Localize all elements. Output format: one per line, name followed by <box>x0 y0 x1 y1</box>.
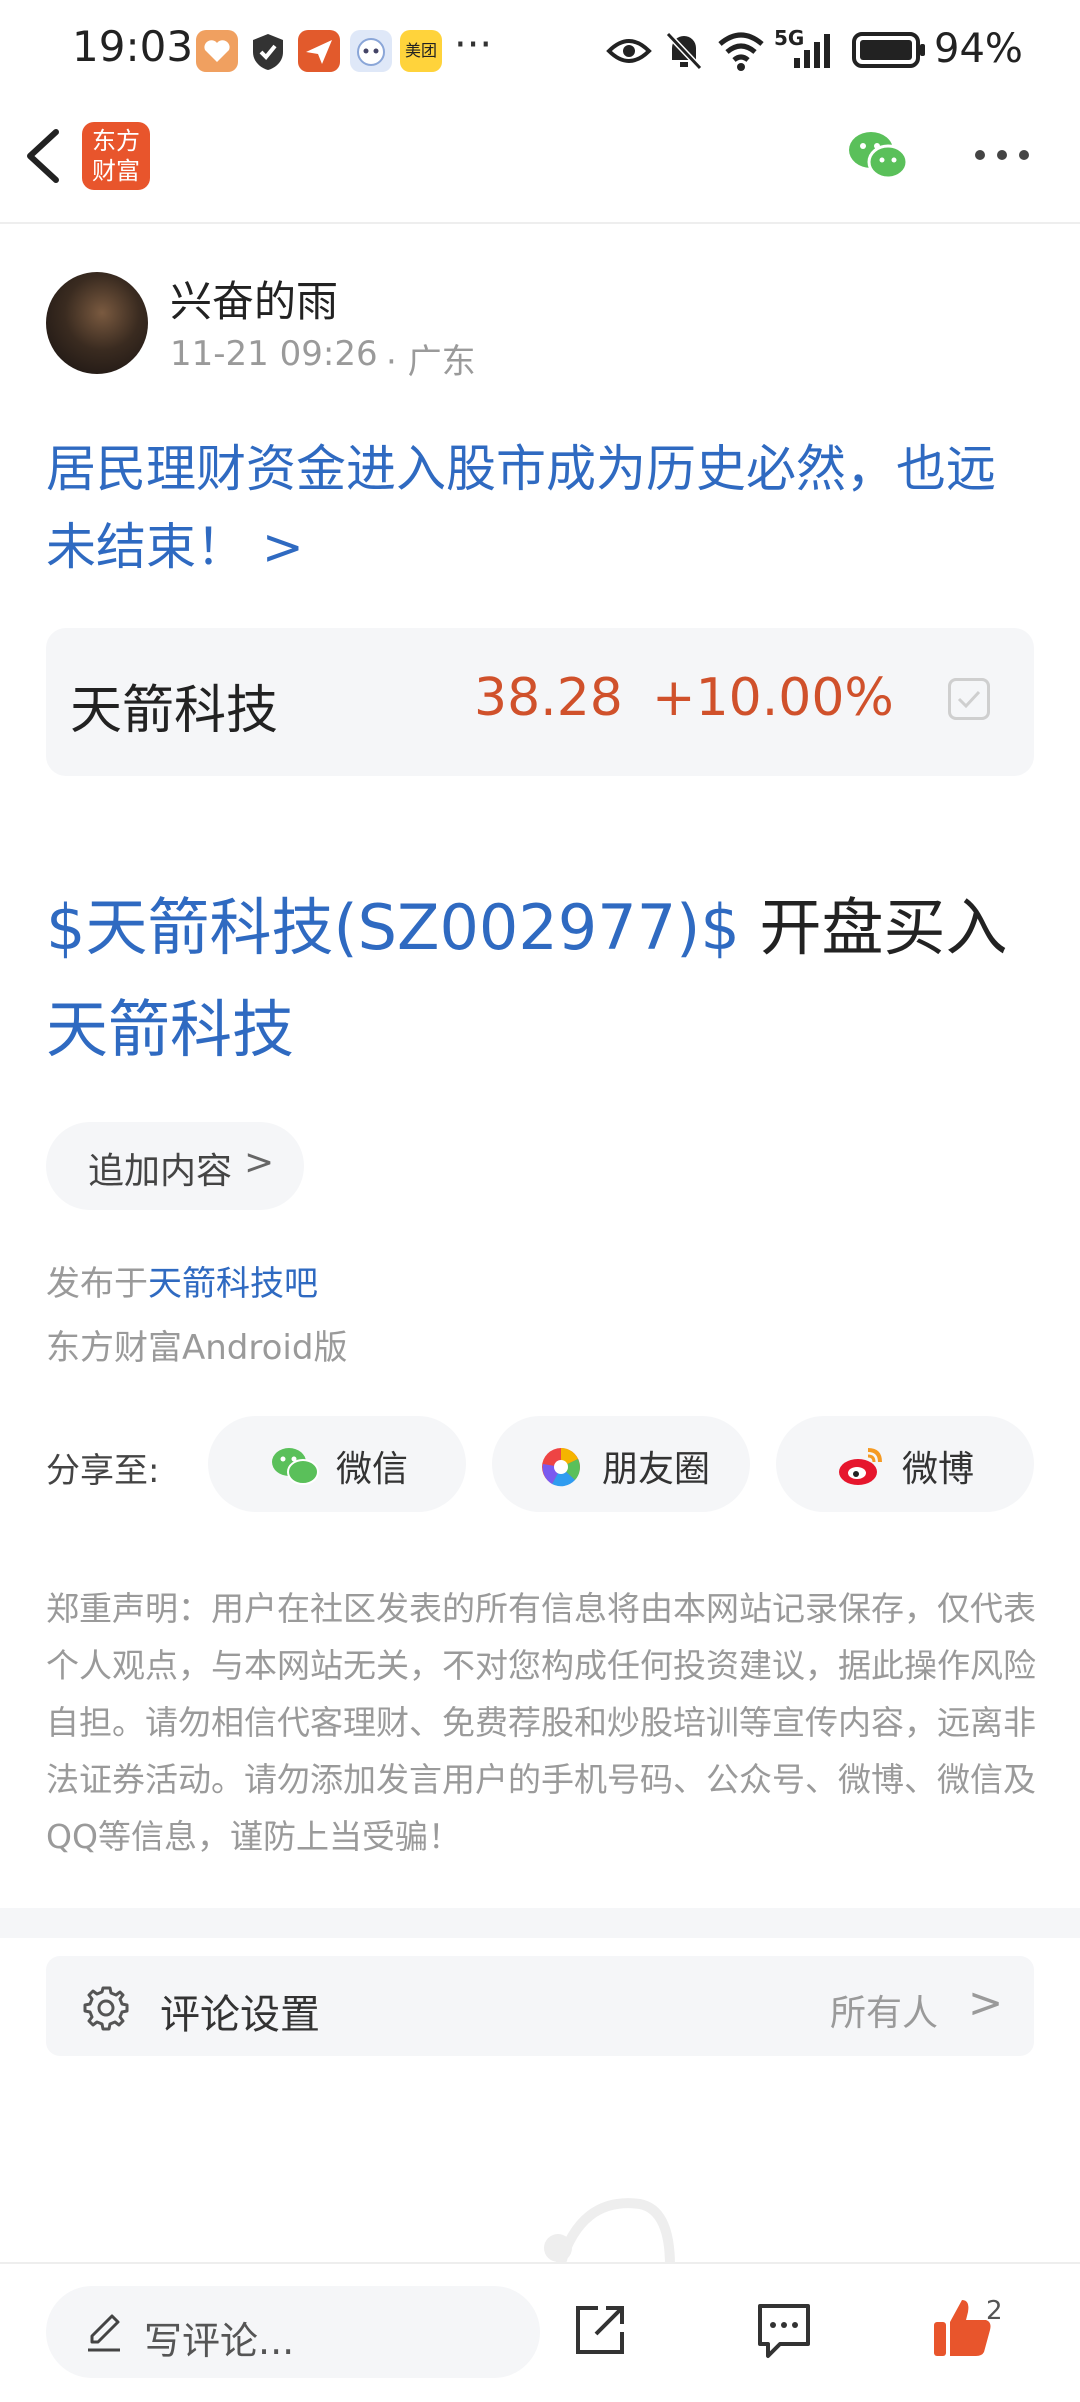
nav-divider <box>0 222 1080 224</box>
client-version: 东方财富Android版 <box>46 1328 348 1368</box>
add-content-label: 追加内容 <box>88 1151 233 1192</box>
stock-bar-link[interactable]: 天箭科技吧 <box>148 1264 318 1304</box>
share-external-icon[interactable] <box>570 2300 630 2364</box>
back-button[interactable] <box>20 124 68 188</box>
post-title-link[interactable]: 居民理财资金进入股市成为历史必然，也远未结束！ > <box>46 430 1041 586</box>
stock-change: +10.00% <box>652 668 894 728</box>
battery-percent: 94% <box>934 26 1023 72</box>
check-icon <box>957 690 981 709</box>
pencil-icon <box>84 2310 124 2358</box>
battery-icon <box>852 30 928 74</box>
wechat-share-icon[interactable] <box>846 128 910 188</box>
author-avatar[interactable] <box>46 272 148 374</box>
share-label: 分享至: <box>46 1451 160 1491</box>
signal-icon <box>790 30 840 74</box>
eye-icon <box>606 34 652 72</box>
post-time: 11-21 09:26 <box>170 334 378 374</box>
heart-app-icon <box>196 30 238 72</box>
like-count: 2 <box>986 2296 1003 2326</box>
author-name[interactable]: 兴奋的雨 <box>170 268 338 329</box>
chevron-right-icon: > <box>244 1142 275 1183</box>
wechat-icon <box>270 1446 320 1490</box>
logo-text-line-1: 东方 <box>92 127 140 155</box>
stock-price: 38.28 <box>474 668 623 728</box>
app-logo: 东方 财富 <box>82 122 150 190</box>
weibo-icon <box>836 1444 886 1492</box>
more-options-icon[interactable] <box>972 140 1032 174</box>
comment-settings-title: 评论设置 <box>160 1992 320 2038</box>
like-icon[interactable] <box>930 2296 994 2364</box>
meituan-app-icon: 美团 <box>400 30 442 72</box>
stock-link[interactable]: 天箭科技 <box>46 980 294 1080</box>
stock-name: 天箭科技 <box>70 681 279 741</box>
comments-icon[interactable] <box>754 2300 814 2366</box>
section-divider <box>0 1908 1080 1938</box>
share-weibo-label: 微博 <box>902 1449 975 1490</box>
post-location: · 广东 <box>386 342 476 382</box>
shield-app-icon <box>250 32 286 76</box>
chevron-right-icon: > <box>968 1978 1004 2027</box>
share-wechat-label: 微信 <box>336 1449 409 1490</box>
gear-icon <box>82 1984 130 2036</box>
status-time: 19:03 <box>72 22 194 71</box>
published-in: 发布于天箭科技吧 <box>46 1256 318 1305</box>
logo-text-line-2: 财富 <box>92 157 140 185</box>
comment-input-placeholder: 写评论... <box>144 2319 295 2363</box>
share-moments-label: 朋友圈 <box>602 1449 711 1490</box>
disclaimer-text: 郑重声明：用户在社区发表的所有信息将由本网站记录保存，仅代表个人观点，与本网站无… <box>46 1589 1036 1856</box>
stock-tag-link[interactable]: $天箭科技(SZ002977)$ <box>46 891 740 964</box>
watchlist-checkbox[interactable] <box>948 678 990 720</box>
post-body-text: 开盘买入 <box>739 891 1008 964</box>
comment-settings-value: 所有人 <box>830 1993 939 2034</box>
published-prefix: 发布于 <box>46 1264 148 1304</box>
post-body-line-1: $天箭科技(SZ002977)$ 开盘买入 <box>46 878 1008 978</box>
more-notifications-icon: ··· <box>454 22 493 68</box>
face-app-icon <box>350 30 392 72</box>
mute-bell-icon <box>664 30 704 76</box>
plane-app-icon <box>298 30 340 72</box>
moments-icon <box>540 1446 582 1492</box>
wifi-icon <box>716 28 766 76</box>
empty-comments-illustration <box>520 2196 680 2270</box>
